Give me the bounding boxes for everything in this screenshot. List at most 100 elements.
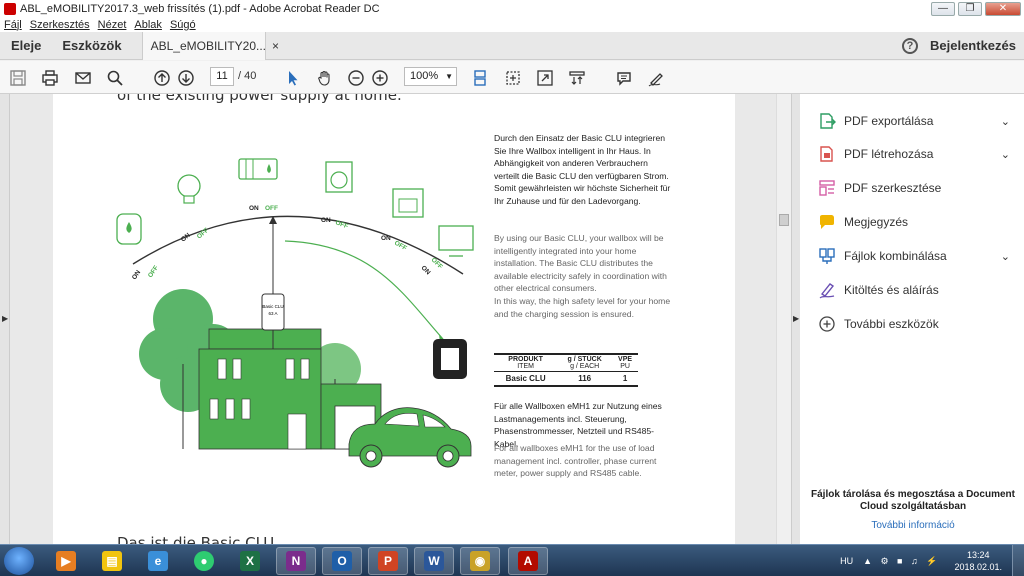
more-tools-icon <box>818 315 836 333</box>
read-mode-icon[interactable] <box>567 68 587 88</box>
english-paragraph-block: By using our Basic CLU, your wallbox wil… <box>494 232 674 320</box>
hand-tool-icon[interactable] <box>315 68 335 88</box>
tab-tools[interactable]: Eszközök <box>62 38 121 53</box>
tool-comment[interactable]: Megjegyzés <box>818 211 1018 233</box>
folder-icon: ▤ <box>102 551 122 571</box>
taskbar-powerpoint[interactable]: P <box>368 547 408 575</box>
tool-label: Fájlok kombinálása <box>844 249 947 263</box>
taskbar-acrobat[interactable]: A <box>508 547 548 575</box>
off-label: OFF <box>265 205 278 212</box>
radiator-appliance <box>238 158 278 180</box>
draw-pen-icon[interactable] <box>646 68 666 88</box>
menu-file[interactable]: Fájl <box>4 19 22 31</box>
document-cloud-promo: Fájlok tárolása és megosztása a Document… <box>811 489 1015 512</box>
select-cursor-icon[interactable] <box>283 68 303 88</box>
zoom-select[interactable]: 100% ▼ <box>404 67 457 86</box>
comment-icon[interactable] <box>614 68 634 88</box>
comment-icon <box>818 213 836 231</box>
menu-bar: Fájl Szerkesztés Nézet Ablak Súgó <box>0 17 1024 32</box>
next-page-icon[interactable] <box>176 68 196 88</box>
tool-label: Megjegyzés <box>844 215 909 229</box>
tab-document[interactable]: ABL_eMOBILITY20... × <box>141 31 279 60</box>
close-button[interactable]: ✕ <box>985 1 1021 16</box>
on-label: ON <box>381 235 391 242</box>
taskbar-internet-explorer[interactable]: e <box>138 547 178 575</box>
language-indicator[interactable]: HU <box>840 556 853 566</box>
page-number-input[interactable]: 11 <box>210 67 234 86</box>
off-label: OFF <box>334 219 349 230</box>
page-top-text: of the existing power supply at home. <box>117 94 402 104</box>
menu-help[interactable]: Súgó <box>170 19 196 31</box>
more-info-link[interactable]: További információ <box>810 520 1016 531</box>
previous-page-icon[interactable] <box>152 68 172 88</box>
tool-edit-pdf[interactable]: PDF szerkesztése <box>818 177 1018 199</box>
export-pdf-icon <box>818 112 836 130</box>
taskbar-excel[interactable]: X <box>230 547 270 575</box>
taskbar-outlook[interactable]: O <box>322 547 362 575</box>
zoom-out-icon[interactable] <box>346 68 366 88</box>
taskbar-word[interactable]: W <box>414 547 454 575</box>
chevron-down-icon[interactable]: ⌄ <box>1001 115 1010 128</box>
product-table: PRODUKT ITEM g / STÜCK g / EACH VPE PU Basi… <box>494 353 638 387</box>
onenote-icon: N <box>286 551 306 571</box>
print-icon[interactable] <box>40 68 60 88</box>
table-cell: 116 <box>557 371 613 387</box>
taskbar-onenote[interactable]: N <box>276 547 316 575</box>
tool-fill-sign[interactable]: Kitöltés és aláírás <box>818 279 1018 301</box>
lightbulb-appliance <box>177 174 201 204</box>
page-total: / 40 <box>238 70 257 82</box>
scrollbar-thumb[interactable] <box>779 214 789 226</box>
pdf-page: of the existing power supply at home. Ba… <box>53 94 735 544</box>
menu-window[interactable]: Ablak <box>134 19 162 31</box>
tray-icons[interactable]: ▲ ⚙ ■ ♫ ⚡ <box>863 556 940 567</box>
clock[interactable]: 13:24 2018.02.01. <box>954 549 1002 573</box>
signin-button[interactable]: Bejelentkezés <box>930 38 1016 53</box>
left-pane-toggle[interactable]: ▶ <box>0 94 10 544</box>
power-arc <box>132 215 464 275</box>
tool-export-pdf[interactable]: PDF exportálása ⌄ <box>818 110 1018 132</box>
document-viewport[interactable]: of the existing power supply at home. Ba… <box>10 94 776 544</box>
german-paragraph: Durch den Einsatz der Basic CLU integrie… <box>494 133 671 206</box>
tool-combine-files[interactable]: Fájlok kombinálása ⌄ <box>818 245 1018 267</box>
clock-time: 13:24 <box>966 550 990 560</box>
table-header: PRODUKT ITEM <box>494 353 558 372</box>
tool-more-tools[interactable]: További eszközök <box>818 313 1018 335</box>
combine-files-icon <box>818 247 836 265</box>
taskbar-explorer[interactable]: ▤ <box>92 547 132 575</box>
taskbar-media-player[interactable]: ▶ <box>46 547 86 575</box>
menu-edit[interactable]: Szerkesztés <box>30 19 90 31</box>
taskbar-app[interactable]: ◉ <box>460 547 500 575</box>
scroll-mode-icon[interactable] <box>470 68 490 88</box>
table-cell: 1 <box>612 371 638 387</box>
close-tab-icon[interactable]: × <box>272 39 279 53</box>
minimize-button[interactable]: — <box>931 1 955 16</box>
english-paragraph-2: In this way, the high safety level for y… <box>494 295 671 319</box>
taskbar-chrome[interactable]: ● <box>184 547 224 575</box>
section-heading: Das ist die Basic CLU <box>117 534 275 544</box>
on-label: ON <box>249 205 259 212</box>
off-label: OFF <box>393 240 408 253</box>
email-icon[interactable] <box>73 68 93 88</box>
maximize-button[interactable]: ❐ <box>958 1 982 16</box>
search-icon[interactable] <box>105 68 125 88</box>
zoom-in-icon[interactable] <box>370 68 390 88</box>
tool-create-pdf[interactable]: PDF létrehozása ⌄ <box>818 143 1018 165</box>
menu-view[interactable]: Nézet <box>98 19 127 31</box>
system-tray: HU ▲ ⚙ ■ ♫ ⚡ 13:24 2018.02.01. <box>840 545 1024 576</box>
excel-icon: X <box>240 551 260 571</box>
table-cell: Basic CLU <box>494 371 558 387</box>
tab-home[interactable]: Eleje <box>11 38 41 53</box>
show-desktop-button[interactable] <box>1012 545 1024 576</box>
right-pane-toggle[interactable]: ▶ <box>791 94 800 544</box>
save-icon[interactable] <box>8 68 28 88</box>
full-screen-icon[interactable] <box>535 68 555 88</box>
help-icon[interactable]: ? <box>902 37 918 54</box>
chevron-down-icon[interactable]: ⌄ <box>1001 148 1010 161</box>
chevron-down-icon[interactable]: ⌄ <box>1001 250 1010 263</box>
vertical-scrollbar[interactable] <box>776 94 791 544</box>
title-bar: ABL_eMOBILITY2017.3_web frissítés (1).pd… <box>0 0 1024 17</box>
start-button[interactable] <box>4 547 34 575</box>
fit-page-icon[interactable] <box>503 68 523 88</box>
table-row: Basic CLU 116 1 <box>494 371 638 387</box>
english-paragraph-1: By using our Basic CLU, your wallbox wil… <box>494 233 667 294</box>
